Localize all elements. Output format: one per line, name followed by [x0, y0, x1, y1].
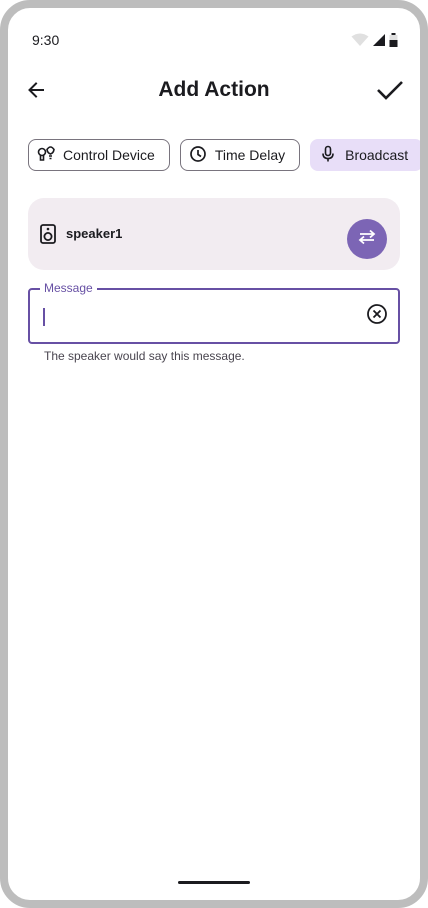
control-device-icon — [37, 145, 55, 166]
device-name: speaker1 — [66, 226, 123, 241]
status-time: 9:30 — [32, 32, 60, 48]
device-card: speaker1 — [28, 198, 400, 270]
chip-label: Time Delay — [214, 147, 286, 163]
speaker-icon — [40, 224, 56, 249]
swap-icon — [357, 229, 377, 250]
status-bar: 9:30 — [8, 8, 420, 68]
swap-device-button[interactable] — [347, 219, 387, 259]
mic-icon — [319, 145, 337, 166]
cellular-signal-icon — [372, 33, 386, 52]
chip-control-device[interactable]: Control Device — [28, 139, 170, 171]
clock-icon — [189, 145, 207, 166]
check-icon — [376, 79, 404, 106]
phone-frame: 9:30 Add Action Control Device Time Dela… — [0, 0, 428, 908]
message-helper-text: The speaker would say this message. — [44, 349, 245, 363]
chip-time-delay[interactable]: Time Delay — [179, 139, 301, 171]
status-icons — [351, 33, 398, 52]
confirm-button[interactable] — [372, 74, 408, 110]
page-title: Add Action — [158, 78, 270, 101]
text-caret — [43, 308, 45, 326]
battery-icon — [389, 33, 398, 52]
chip-label: Control Device — [63, 147, 155, 163]
app-bar: Add Action — [8, 68, 420, 116]
chip-broadcast[interactable]: Broadcast — [310, 139, 420, 171]
wifi-icon — [351, 33, 369, 52]
clear-message-button[interactable] — [366, 303, 388, 330]
message-input[interactable] — [44, 298, 344, 334]
message-label: Message — [40, 281, 97, 295]
home-indicator[interactable] — [178, 881, 250, 884]
chip-label: Broadcast — [345, 147, 409, 163]
action-type-chips: Control Device Time Delay Broadcast — [28, 139, 420, 171]
message-field: Message — [28, 281, 400, 344]
clear-circle-icon — [366, 303, 388, 330]
